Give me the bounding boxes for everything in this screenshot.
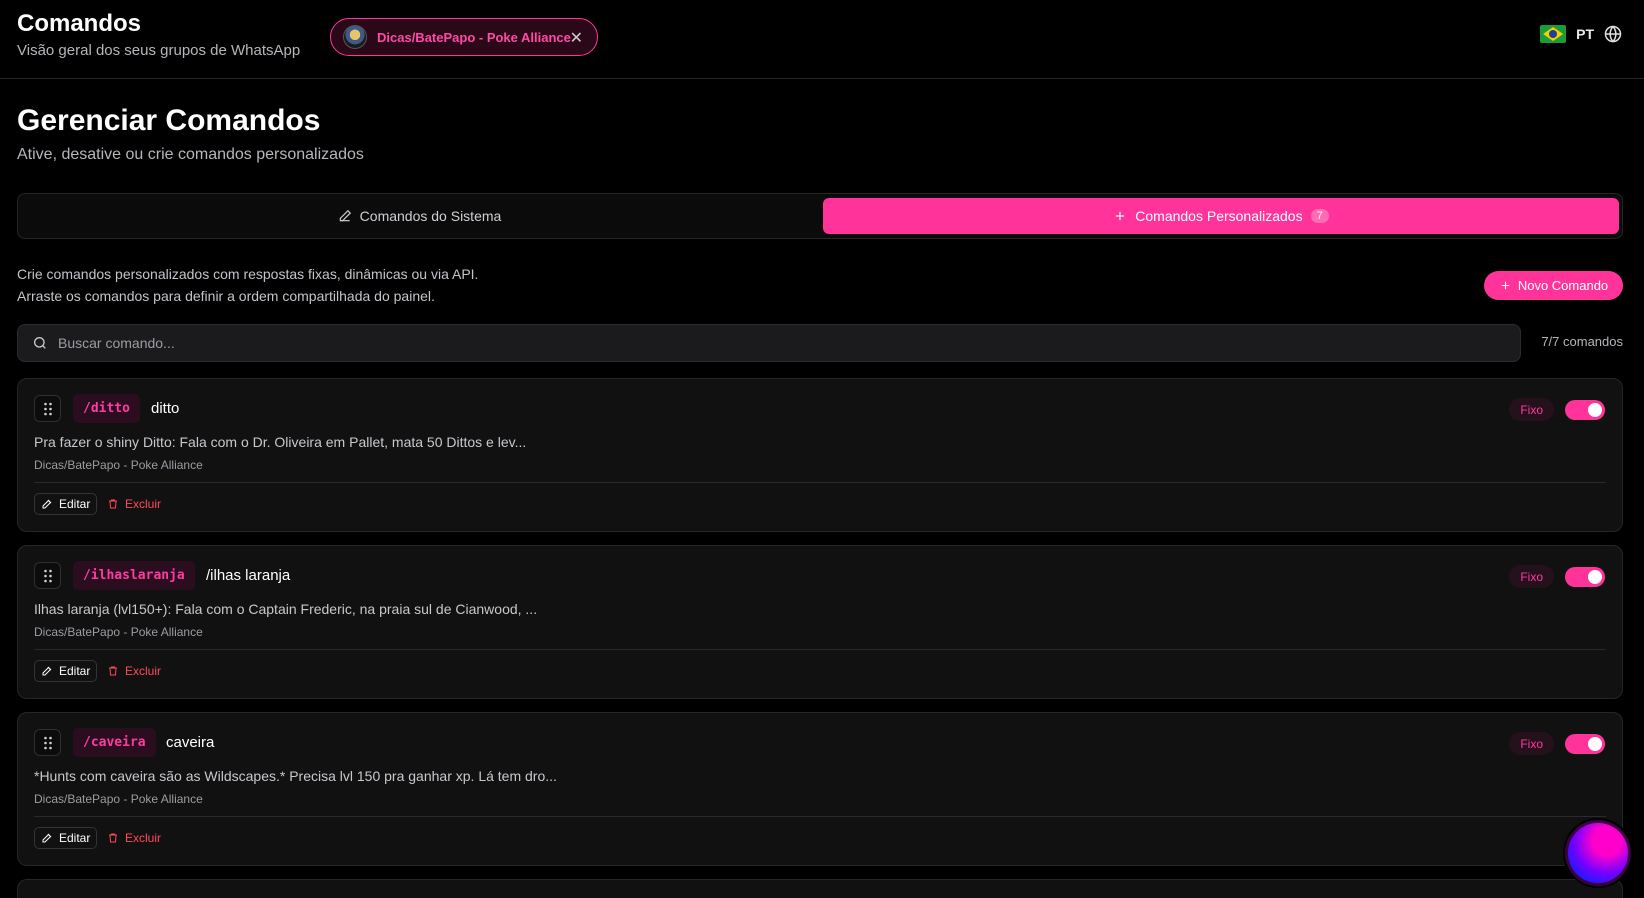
- new-command-label: Novo Comando: [1517, 278, 1609, 293]
- edit-label: Editar: [59, 831, 91, 845]
- drag-handle-icon[interactable]: [34, 729, 61, 756]
- delete-button[interactable]: Excluir: [107, 827, 161, 849]
- tab-system-commands[interactable]: Comandos do Sistema: [22, 198, 817, 234]
- command-card: /ilhaslaranja /ilhas laranja Fixo Ilhas …: [17, 545, 1623, 699]
- command-preview: Pra fazer o shiny Ditto: Fala com o Dr. …: [34, 434, 527, 450]
- page-title: Gerenciar Comandos: [17, 104, 321, 137]
- type-badge: Fixo: [1509, 732, 1554, 755]
- search-box: [17, 324, 1521, 362]
- app-title: Comandos: [17, 10, 142, 37]
- delete-label: Excluir: [125, 497, 162, 511]
- edit-button[interactable]: Editar: [34, 660, 98, 682]
- delete-button[interactable]: Excluir: [107, 660, 161, 682]
- intro-line-2: Arraste os comandos para definir a ordem…: [17, 288, 435, 304]
- command-name: caveira: [166, 734, 215, 751]
- trash-icon: [109, 499, 117, 509]
- enable-toggle[interactable]: [1565, 400, 1605, 420]
- delete-label: Excluir: [125, 664, 162, 678]
- type-badge: Fixo: [1509, 398, 1554, 421]
- command-group: Dicas/BatePapo - Poke Alliance: [34, 792, 203, 806]
- command-card: /ditto ditto Fixo Pra fazer o shiny Ditt…: [17, 378, 1623, 532]
- edit-button[interactable]: Editar: [34, 827, 98, 849]
- trash-icon: [109, 833, 117, 843]
- language-switcher[interactable]: PT: [1540, 25, 1622, 43]
- type-badge: Fixo: [1509, 565, 1554, 588]
- pencil-icon: [339, 209, 351, 222]
- command-group: Dicas/BatePapo - Poke Alliance: [34, 625, 203, 639]
- drag-handle-icon[interactable]: [34, 562, 61, 589]
- group-chip-label: Dicas/BatePapo - Poke Alliance: [377, 29, 571, 45]
- tab-system-label: Comandos do Sistema: [359, 208, 502, 224]
- globe-icon[interactable]: [1604, 25, 1622, 43]
- tab-custom-commands[interactable]: Comandos Personalizados 7: [823, 198, 1619, 234]
- new-command-button[interactable]: Novo Comando: [1484, 271, 1623, 300]
- app-subtitle: Visão geral dos seus grupos de WhatsApp: [17, 42, 301, 59]
- command-preview: Ilhas laranja (lvl150+): Fala com o Capt…: [34, 601, 538, 617]
- selected-group-chip[interactable]: Dicas/BatePapo - Poke Alliance ✕: [330, 18, 598, 56]
- top-bar: Comandos Visão geral dos seus grupos de …: [0, 0, 1644, 79]
- search-icon: [34, 337, 46, 349]
- divider: [34, 482, 1606, 483]
- command-name: /ilhas laranja: [206, 567, 291, 584]
- command-preview: *Hunts com caveira são as Wildscapes.* P…: [34, 768, 557, 784]
- enable-toggle[interactable]: [1565, 734, 1605, 754]
- drag-handle-icon[interactable]: [34, 395, 61, 422]
- command-card: [17, 879, 1623, 898]
- edit-label: Editar: [59, 664, 91, 678]
- command-trigger: /ditto: [73, 394, 140, 423]
- edit-label: Editar: [59, 497, 91, 511]
- command-trigger: /ilhaslaranja: [73, 561, 195, 590]
- command-card: /caveira caveira Fixo *Hunts com caveira…: [17, 712, 1623, 866]
- enable-toggle[interactable]: [1565, 567, 1605, 587]
- command-tabs: Comandos do Sistema Comandos Personaliza…: [17, 193, 1623, 239]
- language-code: PT: [1576, 26, 1594, 42]
- close-icon[interactable]: ✕: [570, 28, 583, 48]
- command-count: 7/7 comandos: [1541, 334, 1623, 349]
- command-group: Dicas/BatePapo - Poke Alliance: [34, 458, 203, 472]
- command-name: ditto: [151, 400, 180, 417]
- tab-count-badge: 7: [1310, 209, 1329, 223]
- edit-icon: [42, 499, 52, 509]
- search-input[interactable]: [58, 335, 1458, 351]
- divider: [34, 816, 1606, 817]
- trash-icon: [109, 666, 117, 676]
- tab-custom-label: Comandos Personalizados: [1135, 208, 1303, 224]
- divider: [34, 649, 1606, 650]
- edit-icon: [42, 666, 52, 676]
- page-subtitle: Ative, desative ou crie comandos persona…: [17, 146, 364, 163]
- assistant-orb-button[interactable]: [1565, 820, 1631, 886]
- group-avatar: [343, 25, 367, 49]
- delete-button[interactable]: Excluir: [107, 493, 161, 515]
- plus-icon: [1501, 281, 1510, 290]
- plus-icon: [1116, 211, 1125, 221]
- command-trigger: /caveira: [73, 728, 156, 757]
- delete-label: Excluir: [125, 831, 162, 845]
- brazil-flag-icon: [1540, 25, 1567, 43]
- intro-line-1: Crie comandos personalizados com respost…: [17, 266, 479, 282]
- edit-icon: [42, 833, 52, 843]
- edit-button[interactable]: Editar: [34, 493, 98, 515]
